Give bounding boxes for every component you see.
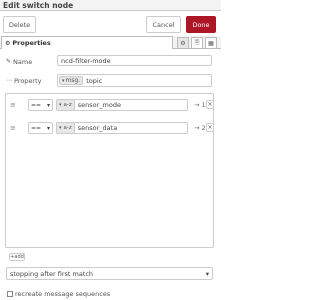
- rule-value: sensor_data: [77, 124, 118, 132]
- cog-icon: ⚙: [5, 39, 11, 47]
- string-type-icon: a-z: [63, 125, 72, 131]
- delete-button[interactable]: Delete: [3, 16, 36, 33]
- property-type-label: msg.: [65, 77, 81, 84]
- name-label: ✎ Name: [6, 57, 32, 66]
- remove-rule-button[interactable]: ×: [206, 100, 214, 109]
- rules-list: ≡ == ▾ ▾ a-z sensor_mode → 1 × ≡ == ▾ ▾ …: [5, 93, 214, 248]
- operator-value: ==: [31, 101, 42, 109]
- chevron-down-icon: ▾: [46, 101, 50, 109]
- chevron-down-icon: ▾: [62, 77, 65, 84]
- description-tab-icon[interactable]: 🗎: [191, 37, 203, 48]
- drag-handle-icon[interactable]: ≡: [10, 101, 16, 109]
- property-label: ⋯ Property: [6, 76, 42, 85]
- property-value: topic: [86, 76, 103, 85]
- property-input[interactable]: ▾ msg. topic: [57, 74, 212, 87]
- tab-properties[interactable]: ⚙ Properties: [1, 36, 173, 49]
- recreate-sequences-label: recreate message sequences: [15, 289, 111, 298]
- drag-handle-icon[interactable]: ≡: [10, 124, 16, 132]
- settings-tab-icon[interactable]: ⚙: [177, 37, 189, 48]
- ellipsis-icon: ⋯: [6, 77, 12, 84]
- match-mode-value: stopping after first match: [10, 269, 94, 278]
- tag-icon: ✎: [6, 58, 12, 65]
- value-type-selector[interactable]: ▾ a-z: [57, 100, 75, 110]
- name-label-text: Name: [13, 57, 33, 66]
- rule-value-input[interactable]: ▾ a-z sensor_mode: [56, 99, 188, 111]
- chevron-down-icon: ▾: [46, 124, 50, 132]
- chevron-down-icon: ▾: [59, 125, 62, 131]
- tab-properties-label: Properties: [12, 39, 51, 47]
- match-mode-select[interactable]: stopping after first match ▾: [6, 267, 213, 280]
- operator-select[interactable]: == ▾: [28, 122, 53, 134]
- property-label-text: Property: [14, 76, 42, 85]
- remove-rule-button[interactable]: ×: [206, 123, 214, 132]
- recreate-sequences-checkbox[interactable]: [7, 290, 13, 297]
- rule-row: ≡ == ▾ ▾ a-z sensor_mode → 1 ×: [7, 98, 214, 113]
- operator-value: ==: [31, 124, 42, 132]
- dialog-title: Edit switch node: [3, 1, 74, 10]
- output-port-label: → 2: [194, 124, 206, 132]
- dialog-header: Edit switch node: [0, 0, 221, 11]
- chevron-down-icon: ▾: [59, 102, 62, 108]
- recreate-sequences-option: recreate message sequences: [7, 289, 110, 298]
- rule-value: sensor_mode: [77, 101, 121, 109]
- string-type-icon: a-z: [63, 102, 72, 108]
- appearance-tab-icon[interactable]: ▦: [205, 37, 217, 48]
- add-rule-button[interactable]: +add: [9, 253, 25, 261]
- rule-value-input[interactable]: ▾ a-z sensor_data: [56, 122, 188, 134]
- property-type-selector[interactable]: ▾ msg.: [59, 76, 84, 85]
- done-button[interactable]: Done: [186, 16, 216, 33]
- value-type-selector[interactable]: ▾ a-z: [57, 123, 75, 133]
- rule-row: ≡ == ▾ ▾ a-z sensor_data → 2 ×: [7, 121, 214, 136]
- cancel-button[interactable]: Cancel: [146, 16, 181, 33]
- operator-select[interactable]: == ▾: [28, 99, 53, 111]
- output-port-label: → 1: [194, 101, 206, 109]
- name-input[interactable]: ncd-filter-mode: [57, 55, 212, 66]
- tab-bar: ⚙ Properties ⚙ 🗎 ▦: [0, 36, 221, 49]
- chevron-down-icon: ▾: [205, 269, 209, 278]
